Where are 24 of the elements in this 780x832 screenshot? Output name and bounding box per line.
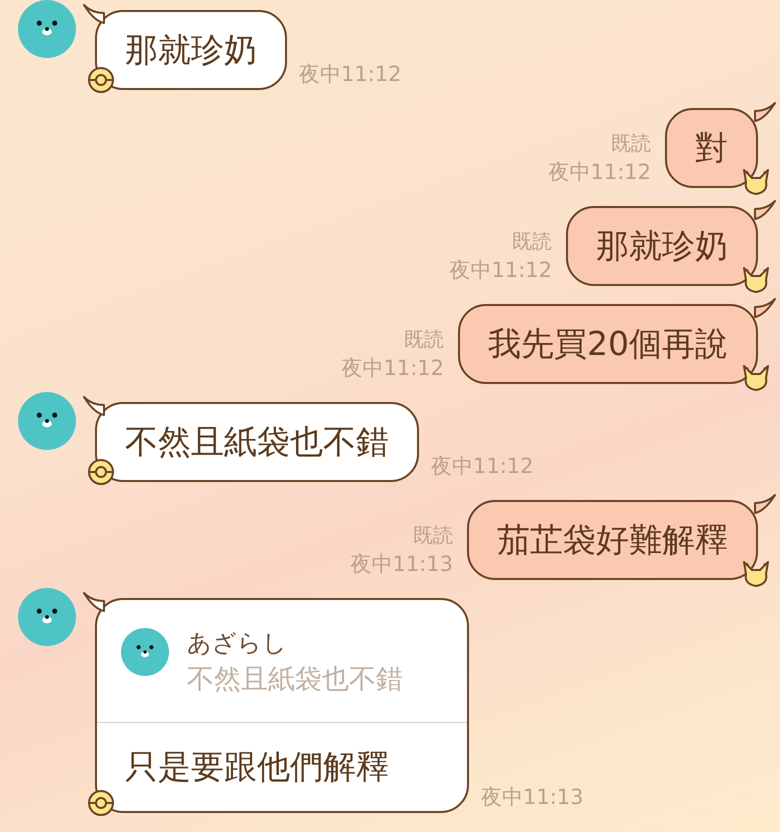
message-time: 夜中11:12 [299,61,402,88]
message-text: 只是要跟他們解釋 [125,746,389,788]
seal-avatar-icon [18,392,76,450]
message-text: 對 [695,127,728,169]
quoted-message-text: 不然且紙袋也不錯 [187,663,403,697]
message-text: 茄芷袋好難解釋 [497,519,728,561]
message-time: 夜中11:12 [341,355,444,382]
message-time: 夜中11:12 [548,159,651,186]
seal-avatar-icon [121,628,169,676]
message-text: 我先買20個再說 [488,323,728,365]
message-text: 那就珍奶 [125,29,257,71]
message-time: 夜中11:12 [449,257,552,284]
message-time: 夜中11:13 [350,551,453,578]
message-time: 夜中11:12 [431,453,534,480]
read-receipt: 既読 [413,522,453,549]
seal-avatar-icon [18,588,76,646]
quoted-sender-name: あざらし [187,628,288,659]
read-receipt: 既読 [512,228,552,255]
read-receipt: 既読 [611,130,651,157]
message-text: 那就珍奶 [596,225,728,267]
seal-avatar-icon [18,0,76,58]
read-receipt: 既読 [404,326,444,353]
message-time: 夜中11:13 [481,784,584,811]
message-text: 不然且紙袋也不錯 [125,421,389,463]
